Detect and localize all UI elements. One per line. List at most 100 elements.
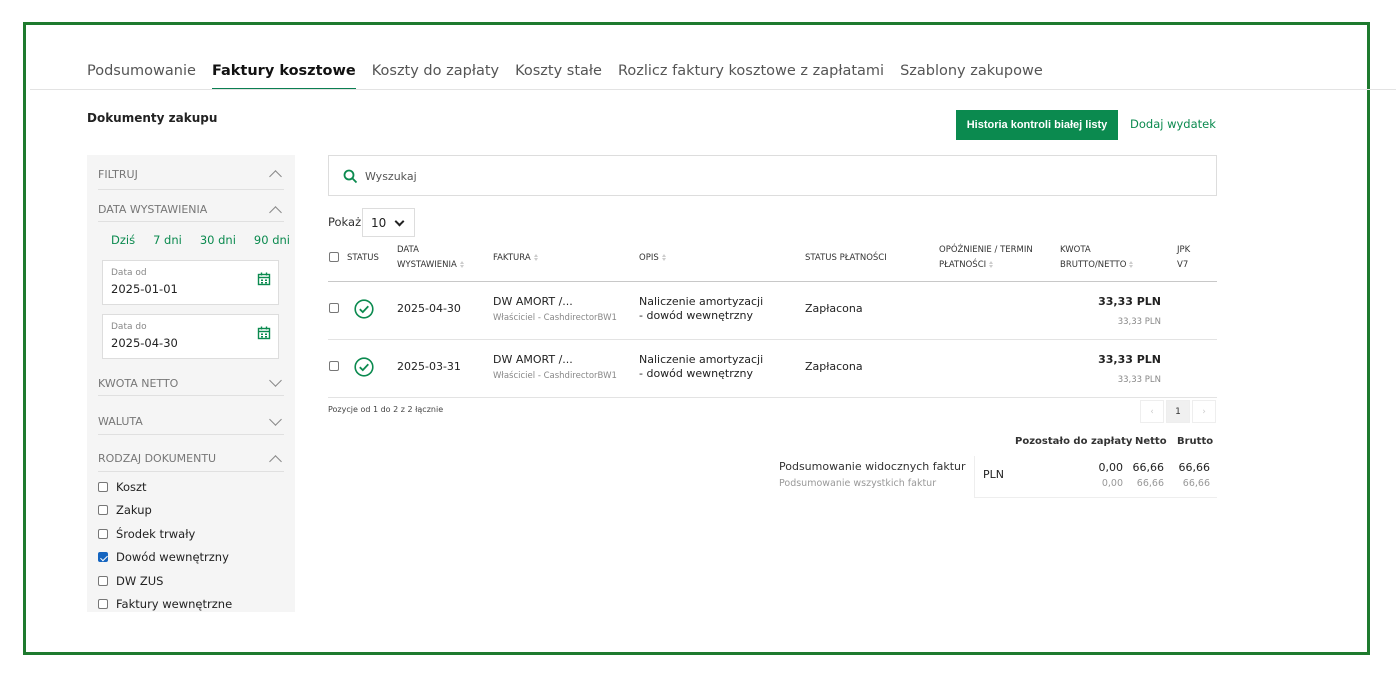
date-to-value: 2025-04-30	[111, 336, 178, 350]
tab-podsumowanie[interactable]: Podsumowanie	[87, 60, 196, 90]
quick-range-today[interactable]: Dziś	[111, 233, 135, 247]
checkbox[interactable]	[98, 528, 108, 539]
prev-page-button[interactable]: ‹	[1140, 400, 1164, 423]
search-input[interactable]	[365, 166, 1165, 186]
doc-type-option[interactable]: Faktury wewnętrzne	[98, 593, 232, 613]
row-desc-line2: - dowód wewnętrzny	[639, 309, 753, 322]
calendar-icon[interactable]	[257, 272, 271, 286]
page-button[interactable]: 1	[1166, 400, 1190, 423]
net-amount-label: KWOTA NETTO	[98, 376, 179, 390]
chevron-up-icon	[269, 205, 282, 219]
row-pay-status: Zapłacona	[805, 360, 863, 373]
row-desc-line1: Naliczenie amortyzacji	[639, 353, 764, 366]
tabs-divider	[30, 89, 1396, 90]
sort-icon	[661, 253, 667, 262]
summary-visible-label: Podsumowanie widocznych faktur	[779, 460, 966, 473]
paid-check-icon	[354, 299, 374, 319]
col-pay-status: STATUS PŁATNOŚCI	[805, 253, 887, 263]
col-delay[interactable]: OPÓŹNIENIE / TERMIN PŁATNOŚCI	[939, 243, 1033, 273]
calendar-icon[interactable]	[257, 326, 271, 340]
row-invoice-link[interactable]: DW AMORT /...	[493, 353, 573, 366]
row-net: 33,33 PLN	[1117, 375, 1161, 385]
select-all-checkbox[interactable]	[329, 252, 339, 262]
col-invoice[interactable]: FAKTURA	[493, 251, 539, 266]
page-size-label: Pokaż	[328, 215, 362, 229]
chevron-up-icon	[269, 170, 282, 183]
col-delay-line1: OPÓŹNIENIE / TERMIN	[939, 245, 1033, 255]
col-jpk-line1: JPK	[1177, 245, 1191, 255]
chevron-up-icon	[269, 454, 282, 468]
page-size-select[interactable]: 10	[362, 208, 415, 237]
chevron-down-icon	[394, 216, 405, 227]
date-to-field[interactable]: Data do 2025-04-30	[102, 314, 279, 359]
quick-date-ranges: Dziś 7 dni 30 dni 90 dni	[111, 233, 290, 247]
date-section-header[interactable]: DATA WYSTAWIENIA	[98, 198, 284, 222]
net-amount-filter[interactable]: KWOTA NETTO	[98, 371, 284, 396]
doc-type-option[interactable]: Zakup	[98, 499, 232, 523]
tab-faktury-kosztowe[interactable]: Faktury kosztowe	[211, 60, 356, 90]
row-owner: Właściciel - CashdirectorBW1	[493, 313, 617, 323]
quick-range-30[interactable]: 30 dni	[200, 233, 236, 247]
summary-visible-net: 66,66	[1132, 461, 1165, 474]
col-amount-line2: BRUTTO/NETTO	[1060, 260, 1127, 270]
date-from-field[interactable]: Data od 2025-01-01	[102, 260, 279, 305]
doc-type-option[interactable]: Koszt	[98, 475, 232, 499]
col-status: STATUS	[347, 253, 379, 263]
row-desc-line2: - dowód wewnętrzny	[639, 367, 753, 380]
col-desc[interactable]: OPIS	[639, 251, 667, 266]
summary-col-gross: Brutto	[1177, 436, 1214, 447]
col-date-line1: DATA	[397, 245, 419, 255]
row-divider	[328, 397, 1217, 398]
row-owner: Właściciel - CashdirectorBW1	[493, 371, 617, 381]
quick-range-90[interactable]: 90 dni	[254, 233, 290, 247]
row-net: 33,33 PLN	[1117, 317, 1161, 327]
doc-type-option[interactable]: DW ZUS	[98, 569, 232, 593]
search-icon	[343, 169, 358, 184]
tab-szablony-zakupowe[interactable]: Szablony zakupowe	[900, 60, 1043, 90]
currency-label: WALUTA	[98, 415, 143, 428]
row-checkbox[interactable]	[329, 361, 339, 371]
currency-filter[interactable]: WALUTA	[98, 409, 284, 435]
checkbox[interactable]	[98, 481, 108, 492]
date-from-label: Data od	[111, 268, 147, 278]
col-invoice-label: FAKTURA	[493, 253, 531, 263]
row-pay-status: Zapłacona	[805, 302, 863, 315]
doc-type-label: RODZAJ DOKUMENTU	[98, 452, 217, 465]
doc-type-options: Koszt Zakup Środek trwały Dowód wewnętrz…	[98, 475, 232, 612]
date-to-label: Data do	[111, 322, 147, 332]
row-checkbox[interactable]	[329, 303, 339, 313]
row-invoice-link[interactable]: DW AMORT /...	[493, 295, 573, 308]
next-page-button[interactable]: ›	[1192, 400, 1216, 423]
col-amount[interactable]: KWOTA BRUTTO/NETTO	[1060, 243, 1134, 273]
checkbox[interactable]	[98, 505, 108, 516]
option-label: DW ZUS	[116, 573, 164, 588]
date-section-label: DATA WYSTAWIENIA	[98, 203, 208, 216]
page-size-value: 10	[371, 215, 387, 230]
tab-rozlicz-faktury[interactable]: Rozlicz faktury kosztowe z zapłatami	[618, 60, 884, 90]
sort-icon	[533, 253, 539, 262]
doc-type-option[interactable]: Dowód wewnętrzny	[98, 546, 232, 570]
col-date[interactable]: DATA WYSTAWIENIA	[397, 243, 465, 273]
filter-header[interactable]: FILTRUJ	[98, 159, 284, 190]
paid-check-icon	[354, 357, 374, 377]
add-expense-link[interactable]: Dodaj wydatek	[1130, 117, 1216, 131]
whitelist-history-button[interactable]: Historia kontroli białej listy	[956, 110, 1118, 140]
sort-icon	[1129, 260, 1134, 269]
summary-all-net: 66,66	[1136, 478, 1164, 489]
doc-type-option[interactable]: Środek trwały	[98, 522, 232, 546]
summary-col-net: Netto	[1135, 436, 1167, 447]
checkbox[interactable]	[98, 575, 108, 586]
filter-title: FILTRUJ	[98, 167, 138, 181]
row-date: 2025-04-30	[397, 302, 461, 315]
checkbox-checked[interactable]	[98, 552, 108, 563]
option-label: Środek trwały	[116, 526, 196, 541]
tab-koszty-do-zaplaty[interactable]: Koszty do zapłaty	[372, 60, 499, 90]
sort-icon	[459, 260, 465, 269]
tab-koszty-stale[interactable]: Koszty stałe	[515, 60, 602, 90]
quick-range-7[interactable]: 7 dni	[153, 233, 182, 247]
filter-sidebar: FILTRUJ DATA WYSTAWIENIA Dziś 7 dni 30 d…	[87, 155, 295, 612]
row-divider	[328, 339, 1217, 340]
page-title: Dokumenty zakupu	[87, 111, 218, 125]
checkbox[interactable]	[98, 599, 108, 610]
doc-type-filter[interactable]: RODZAJ DOKUMENTU	[98, 446, 284, 472]
